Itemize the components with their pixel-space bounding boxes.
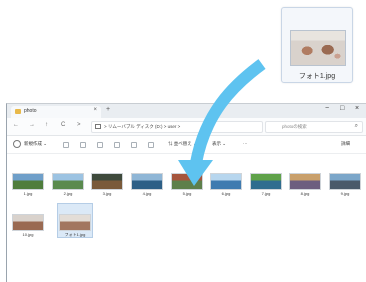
file-thumbnail-4[interactable] <box>131 173 163 190</box>
file-name-5: 5.jpg <box>182 191 192 196</box>
new-tab-button[interactable]: + <box>106 106 110 113</box>
dragged-file-thumbnail <box>290 30 346 66</box>
new-menu-button[interactable]: 新規作成 ⌄ <box>24 141 47 147</box>
file-thumbnail-2[interactable] <box>52 173 84 190</box>
file-thumbnail-8[interactable] <box>289 173 321 190</box>
breadcrumb-expand-icon[interactable]: > <box>77 122 81 128</box>
folder-icon <box>15 109 21 114</box>
file-grid: 1.jpg 2.jpg 3.jpg 4.jpg 5.jpg 6.jpg 7.jpg 8.jpg… <box>7 154 366 282</box>
back-icon[interactable]: ← <box>13 122 19 128</box>
file-name-8: 8.jpg <box>300 191 310 196</box>
search-input[interactable]: photoの検索 ⌕ <box>265 121 363 133</box>
file-thumbnail-10[interactable] <box>12 214 44 231</box>
maximize-button[interactable]: □ <box>340 105 344 112</box>
refresh-icon[interactable]: C <box>61 122 65 128</box>
computer-icon <box>95 124 101 129</box>
address-field[interactable]: > リムーバブル ディスク (D:) > user > <box>91 121 263 133</box>
sort-menu-button[interactable]: ⇅ 並べ替え ⌄ <box>168 141 197 147</box>
file-name-7: 7.jpg <box>261 191 271 196</box>
view-menu-button[interactable]: 表示 ⌄ <box>212 141 226 147</box>
share-icon[interactable] <box>131 142 137 148</box>
breadcrumb: > リムーバブル ディスク (D:) > user > <box>104 124 181 129</box>
delete-icon[interactable] <box>148 142 154 148</box>
copy-icon[interactable] <box>80 142 86 148</box>
forward-icon[interactable]: → <box>29 122 35 128</box>
file-name-11: フォト1.jpg <box>64 232 86 237</box>
new-icon <box>13 140 21 148</box>
rename-icon[interactable] <box>114 142 120 148</box>
dragged-file-name: フォト1.jpg <box>298 73 336 80</box>
file-name-4: 4.jpg <box>142 191 152 196</box>
close-button[interactable]: × <box>355 105 359 112</box>
more-options-button[interactable]: ··· <box>243 141 248 146</box>
search-icon: ⌕ <box>354 123 358 129</box>
dragged-file[interactable]: フォト1.jpg <box>281 7 353 83</box>
file-name-3: 3.jpg <box>102 191 112 196</box>
paste-icon[interactable] <box>97 142 103 148</box>
file-thumbnail-7[interactable] <box>250 173 282 190</box>
tab-photo[interactable]: photo × <box>11 106 101 118</box>
file-name-6: 6.jpg <box>221 191 231 196</box>
command-bar: 新規作成 ⌄ ⇅ 並べ替え ⌄ 表示 ⌄ ··· 詳細 <box>7 136 366 154</box>
address-bar: ← → ↑ C > > リムーバブル ディスク (D:) > user > ph… <box>7 118 366 136</box>
cut-icon[interactable] <box>63 142 69 148</box>
file-thumbnail-3[interactable] <box>91 173 123 190</box>
title-bar: photo × + − □ × <box>7 104 366 118</box>
minimize-button[interactable]: − <box>325 105 329 112</box>
tab-close-icon[interactable]: × <box>93 107 97 113</box>
file-thumbnail-11[interactable] <box>59 214 91 231</box>
file-name-10: 10.jpg <box>22 232 34 237</box>
file-thumbnail-1[interactable] <box>12 173 44 190</box>
search-placeholder: photoの検索 <box>282 124 307 129</box>
file-name-1: 1.jpg <box>23 191 33 196</box>
file-name-9: 9.jpg <box>340 191 350 196</box>
file-thumbnail-9[interactable] <box>329 173 361 190</box>
file-thumbnail-5[interactable] <box>171 173 203 190</box>
file-explorer-window: photo × + − □ × ← → ↑ C > > リムーバブル ディスク … <box>6 103 366 282</box>
file-thumbnail-6[interactable] <box>210 173 242 190</box>
tab-title: photo <box>24 108 37 114</box>
details-pane-button[interactable]: 詳細 <box>341 141 350 147</box>
file-name-2: 2.jpg <box>63 191 73 196</box>
up-icon[interactable]: ↑ <box>45 122 48 128</box>
